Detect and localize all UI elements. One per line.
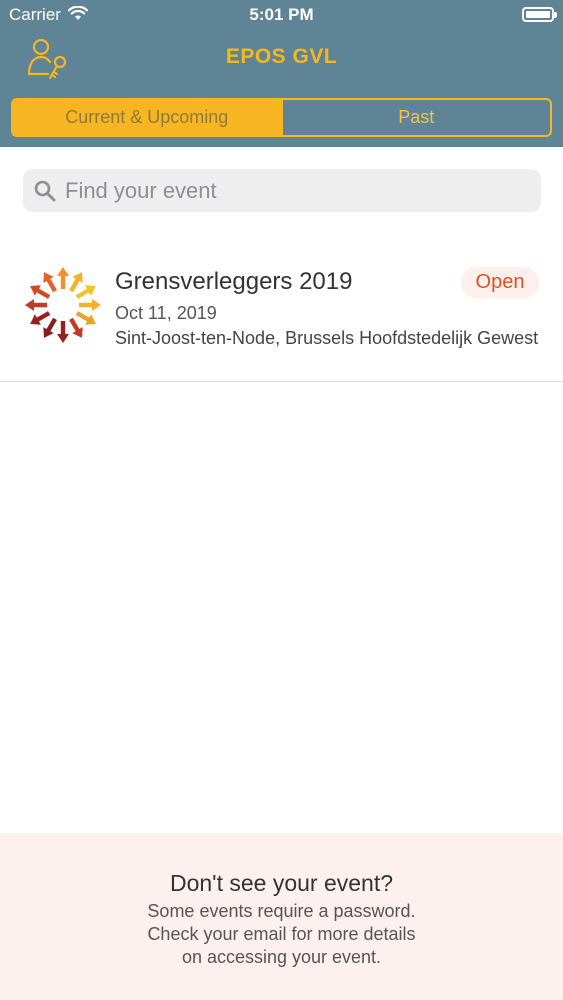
search-bar xyxy=(23,169,541,212)
tab-past[interactable]: Past xyxy=(280,100,551,135)
logo-arrow xyxy=(57,321,69,343)
footer-text-line: Some events require a password. xyxy=(147,901,416,921)
event-logo xyxy=(25,267,101,343)
status-badge: Open xyxy=(461,267,539,298)
search-input[interactable] xyxy=(65,169,525,212)
list-divider xyxy=(0,381,563,382)
event-title: Grensverleggers 2019 xyxy=(115,268,353,295)
battery-icon xyxy=(522,7,557,22)
logo-arrow xyxy=(25,299,47,311)
event-list-item[interactable]: Grensverleggers 2019 Open Oct 11, 2019 S… xyxy=(0,246,563,382)
help-footer: Don't see your event? Some events requir… xyxy=(0,833,563,1000)
event-location: Sint-Joost-ten-Node, Brussels Hoofdstede… xyxy=(115,328,539,348)
status-time: 5:01 PM xyxy=(249,5,314,24)
footer-title: Don't see your event? xyxy=(169,870,394,896)
tab-current-upcoming[interactable]: Current & Upcoming xyxy=(13,100,281,135)
logo-arrow xyxy=(57,267,69,289)
app-header: Carrier 5:01 PM EPOS GVL Current & Upcom… xyxy=(0,0,563,147)
event-filter-tabs: Current & Upcoming Past xyxy=(11,98,552,137)
footer-text-line: Check your email for more details xyxy=(147,924,416,944)
footer-text-line: on accessing your event. xyxy=(181,947,382,967)
status-bar: Carrier 5:01 PM xyxy=(0,0,563,30)
app-title: EPOS GVL xyxy=(225,45,338,68)
search-icon xyxy=(34,180,56,202)
logo-arrow xyxy=(79,299,101,311)
event-date: Oct 11, 2019 xyxy=(115,303,217,323)
